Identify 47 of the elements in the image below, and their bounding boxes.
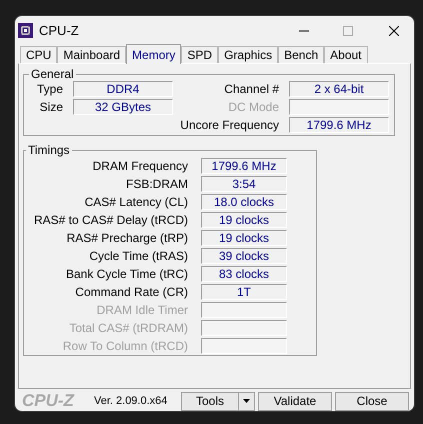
- field-label: Bank Cycle Time (tRC): [64, 266, 189, 283]
- field-label: Total CAS# (tRDRAM): [68, 320, 189, 337]
- version-text: Ver. 2.09.0.x64: [94, 394, 168, 409]
- field-label: DRAM Frequency: [92, 158, 189, 175]
- chip-icon: [18, 23, 33, 38]
- tab[interactable]: SPD: [181, 46, 218, 63]
- value-field: 18.0 clocks: [201, 194, 287, 210]
- close-icon[interactable]: [389, 26, 399, 36]
- field-label: DC Mode: [227, 99, 280, 116]
- field-label: Uncore Frequency: [179, 117, 280, 134]
- value-field: 19 clocks: [201, 230, 287, 246]
- value-field: 83 clocks: [201, 266, 287, 282]
- tab[interactable]: Mainboard: [57, 46, 126, 63]
- value-field: 39 clocks: [201, 248, 287, 264]
- field-label: DRAM Idle Timer: [96, 302, 189, 319]
- field-label: FSB:DRAM: [124, 176, 189, 193]
- value-field: 19 clocks: [201, 212, 287, 228]
- value-field: DDR4: [73, 81, 173, 97]
- value-field: 32 GBytes: [73, 99, 173, 115]
- tools-button[interactable]: Tools: [181, 392, 255, 410]
- field-label: Cycle Time (tRAS): [88, 248, 189, 265]
- caret-icon[interactable]: [243, 399, 250, 403]
- tab[interactable]: Bench: [278, 46, 324, 63]
- group-title: General: [30, 68, 75, 81]
- value-field: 2 x 64-bit: [289, 81, 389, 97]
- field-label: Row To Column (tRCD): [62, 338, 189, 355]
- button-label: Tools: [194, 392, 225, 410]
- field-label: Size: [38, 99, 64, 116]
- tab[interactable]: CPU: [20, 46, 58, 63]
- value-field: 1799.6 MHz: [289, 117, 389, 133]
- tab[interactable]: About: [324, 46, 368, 63]
- logo: CPU-Z: [22, 390, 76, 411]
- window-title: CPU-Z: [39, 22, 79, 40]
- value-field: 1799.6 MHz: [201, 158, 287, 174]
- tab[interactable]: Memory: [126, 44, 182, 64]
- field-label: Type: [36, 81, 64, 98]
- button[interactable]: Validate: [258, 392, 332, 410]
- field-label: RAS# to CAS# Delay (tRCD): [32, 212, 189, 229]
- field-label: RAS# Precharge (tRP): [66, 230, 189, 247]
- group-title: Timings: [27, 144, 71, 157]
- value-field: 1T: [201, 284, 287, 300]
- field-label: Channel #: [223, 81, 280, 98]
- value-field: 3:54: [201, 176, 287, 192]
- button[interactable]: Close: [335, 392, 409, 410]
- tab[interactable]: Graphics: [218, 46, 278, 63]
- field-label: CAS# Latency (CL): [84, 194, 189, 211]
- field-label: Command Rate (CR): [74, 284, 189, 301]
